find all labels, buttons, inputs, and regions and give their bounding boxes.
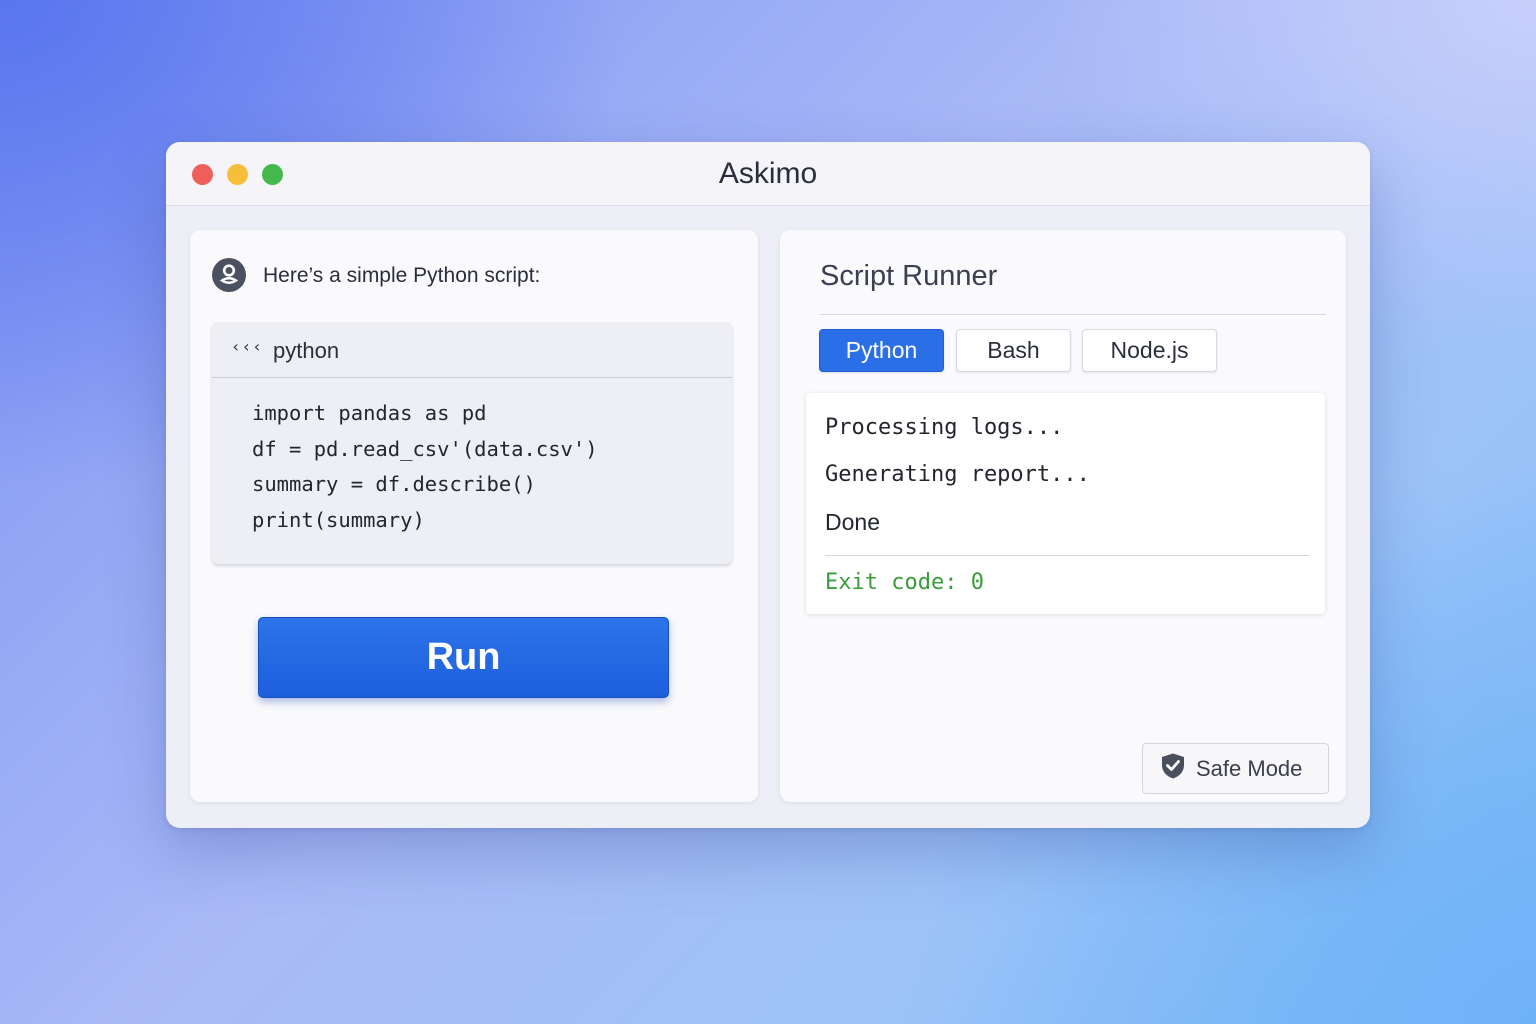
tab-nodejs[interactable]: Node.js: [1082, 329, 1217, 372]
chevrons-icon[interactable]: ‹‹‹: [231, 337, 263, 356]
shield-check-icon: [1160, 752, 1186, 785]
assistant-icon: [212, 258, 246, 292]
runner-title: Script Runner: [820, 260, 998, 292]
tab-python[interactable]: Python: [819, 329, 944, 372]
code-line: df = pd.read_csv'(data.csv'): [252, 436, 598, 461]
title-bar: Askimo: [166, 142, 1370, 206]
code-line: summary = df.describe(): [252, 472, 536, 497]
output-line: Processing logs...: [825, 415, 1064, 440]
chat-panel: Here’s a simple Python script: ‹‹‹ pytho…: [190, 230, 758, 802]
divider: [820, 314, 1326, 315]
code-header: ‹‹‹ python: [212, 322, 732, 378]
assistant-message: Here’s a simple Python script:: [263, 264, 541, 287]
divider: [825, 555, 1309, 556]
code-line: print(summary): [252, 508, 425, 533]
tab-bash[interactable]: Bash: [956, 329, 1071, 372]
app-window: Askimo Here’s a simple Python script: ‹‹…: [166, 142, 1370, 828]
script-runner-panel: Script Runner Python Bash Node.js Proces…: [780, 230, 1346, 802]
window-title: Askimo: [718, 157, 818, 190]
output-console: Processing logs... Generating report... …: [806, 393, 1325, 614]
safe-mode-button[interactable]: Safe Mode: [1142, 743, 1329, 794]
code-language: python: [273, 338, 340, 363]
output-line: Done: [825, 509, 880, 535]
output-line: Generating report...: [825, 462, 1090, 487]
code-lines: import pandas as pd df = pd.read_csv'(da…: [252, 396, 598, 539]
code-block: ‹‹‹ python import pandas as pd df = pd.r…: [212, 322, 732, 564]
exit-code: Exit code: 0: [825, 570, 984, 595]
run-button[interactable]: Run: [258, 617, 669, 698]
safe-mode-label: Safe Mode: [1196, 755, 1303, 781]
code-line: import pandas as pd: [252, 401, 487, 425]
